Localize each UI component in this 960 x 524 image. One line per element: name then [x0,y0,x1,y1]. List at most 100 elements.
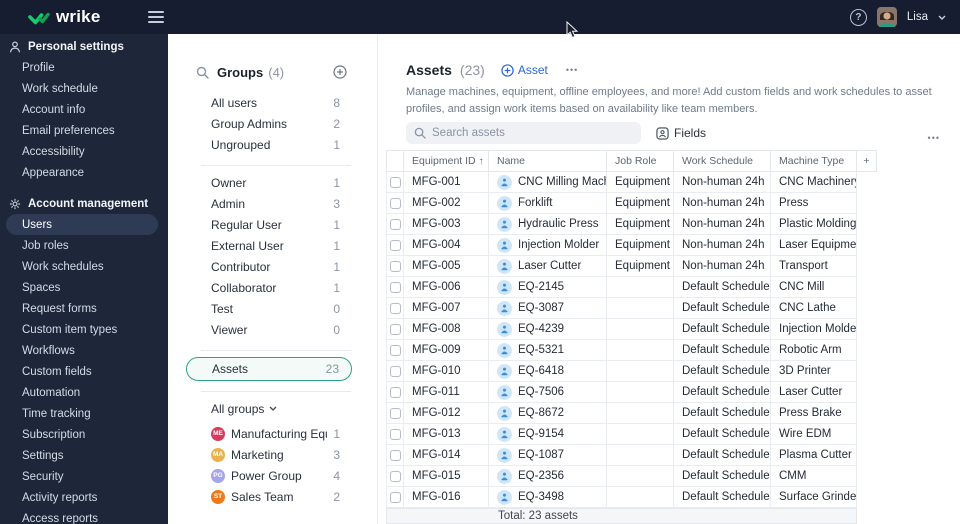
job-role-cell[interactable] [607,487,674,508]
user-name[interactable]: Lisa [907,11,928,23]
team-item-marketing[interactable]: MA Marketing 3 [186,444,352,465]
row-checkbox[interactable] [389,407,401,419]
all-groups-toggle[interactable]: All groups [186,398,377,419]
machine-type-cell[interactable]: Injection Molder [771,319,857,340]
sidebar-item-custom-fields[interactable]: Custom fields [0,361,158,382]
row-checkbox[interactable] [389,197,401,209]
work-schedule-cell[interactable]: Non-human 24h [674,256,771,277]
row-checkbox[interactable] [389,449,401,461]
name-cell[interactable]: EQ-8672 [489,403,607,424]
group-item-viewer[interactable]: Viewer 0 [186,319,352,340]
column-header-name[interactable]: Name [489,150,607,172]
sidebar-item-activity-reports[interactable]: Activity reports [0,487,158,508]
row-checkbox[interactable] [389,176,401,188]
name-cell[interactable]: Laser Cutter [489,256,607,277]
group-item-group-admins[interactable]: Group Admins 2 [186,113,352,134]
work-schedule-cell[interactable]: Default Schedule [674,403,771,424]
group-item-ungrouped[interactable]: Ungrouped 1 [186,134,352,155]
row-checkbox[interactable] [389,302,401,314]
equipment-id-cell[interactable]: MFG-014 [404,445,489,466]
machine-type-cell[interactable]: Plastic Molding [771,214,857,235]
equipment-id-cell[interactable]: MFG-002 [404,193,489,214]
row-checkbox[interactable] [389,491,401,503]
row-checkbox[interactable] [389,218,401,230]
work-schedule-cell[interactable]: Default Schedule [674,298,771,319]
machine-type-cell[interactable]: Plasma Cutter [771,445,857,466]
sidebar-item-email-preferences[interactable]: Email preferences [0,120,158,141]
job-role-cell[interactable] [607,403,674,424]
job-role-cell[interactable] [607,382,674,403]
equipment-id-cell[interactable]: MFG-003 [404,214,489,235]
name-cell[interactable]: EQ-6418 [489,361,607,382]
work-schedule-cell[interactable]: Default Schedule [674,319,771,340]
team-item-manufacturing-equipm[interactable]: ME Manufacturing Equipm... 1 [186,423,352,444]
machine-type-cell[interactable]: Press Brake [771,403,857,424]
wrike-logo[interactable]: wrike [28,7,100,27]
job-role-cell[interactable] [607,319,674,340]
work-schedule-cell[interactable]: Default Schedule [674,487,771,508]
sidebar-item-request-forms[interactable]: Request forms [0,298,158,319]
name-cell[interactable]: EQ-7506 [489,382,607,403]
column-header-job-role[interactable]: Job Role [607,150,674,172]
sidebar-item-account-info[interactable]: Account info [0,99,158,120]
team-item-power-group[interactable]: PG Power Group 4 [186,465,352,486]
job-role-cell[interactable]: Equipment [607,235,674,256]
machine-type-cell[interactable]: CNC Machinery [771,172,857,193]
asset-search-input[interactable] [432,127,633,139]
equipment-id-cell[interactable]: MFG-012 [404,403,489,424]
sidebar-item-access-reports[interactable]: Access reports [0,508,158,524]
job-role-cell[interactable]: Equipment [607,193,674,214]
job-role-cell[interactable] [607,466,674,487]
column-header-equipment-id[interactable]: Equipment ID ↑ [404,150,489,172]
add-asset-button[interactable]: Asset [501,63,548,77]
job-role-cell[interactable] [607,361,674,382]
name-cell[interactable]: EQ-1087 [489,445,607,466]
menu-icon[interactable] [148,11,165,23]
sidebar-item-users[interactable]: Users [6,214,158,235]
name-cell[interactable]: Forklift [489,193,607,214]
sidebar-item-appearance[interactable]: Appearance [0,162,158,183]
group-item-test[interactable]: Test 0 [186,298,352,319]
equipment-id-cell[interactable]: MFG-008 [404,319,489,340]
machine-type-cell[interactable]: Laser Equipment [771,235,857,256]
job-role-cell[interactable]: Equipment [607,214,674,235]
name-cell[interactable]: CNC Milling Machi... [489,172,607,193]
chevron-down-icon[interactable] [938,15,946,20]
row-checkbox[interactable] [389,344,401,356]
machine-type-cell[interactable]: Robotic Arm [771,340,857,361]
user-avatar[interactable] [876,7,897,27]
name-cell[interactable]: Hydraulic Press [489,214,607,235]
sidebar-item-security[interactable]: Security [0,466,158,487]
work-schedule-cell[interactable]: Non-human 24h [674,193,771,214]
equipment-id-cell[interactable]: MFG-013 [404,424,489,445]
sidebar-item-profile[interactable]: Profile [0,57,158,78]
work-schedule-cell[interactable]: Default Schedule [674,424,771,445]
name-cell[interactable]: EQ-3498 [489,487,607,508]
group-item-external-user[interactable]: External User 1 [186,235,352,256]
name-cell[interactable]: EQ-4239 [489,319,607,340]
name-cell[interactable]: EQ-3087 [489,298,607,319]
work-schedule-cell[interactable]: Non-human 24h [674,214,771,235]
equipment-id-cell[interactable]: MFG-005 [404,256,489,277]
equipment-id-cell[interactable]: MFG-015 [404,466,489,487]
fields-button[interactable]: Fields [656,126,706,140]
group-item-admin[interactable]: Admin 3 [186,193,352,214]
add-column-button[interactable]: + [857,150,877,172]
job-role-cell[interactable] [607,277,674,298]
column-header-work-schedule[interactable]: Work Schedule [674,150,771,172]
sidebar-item-work-schedules[interactable]: Work schedules [0,256,158,277]
work-schedule-cell[interactable]: Default Schedule [674,277,771,298]
job-role-cell[interactable] [607,424,674,445]
column-header-machine-type[interactable]: Machine Type [771,150,857,172]
sidebar-item-subscription[interactable]: Subscription [0,424,158,445]
sidebar-item-spaces[interactable]: Spaces [0,277,158,298]
row-checkbox[interactable] [389,239,401,251]
machine-type-cell[interactable]: Wire EDM [771,424,857,445]
row-checkbox[interactable] [389,281,401,293]
sidebar-item-custom-item-types[interactable]: Custom item types [0,319,158,340]
help-icon[interactable]: ? [849,8,867,26]
name-cell[interactable]: EQ-5321 [489,340,607,361]
machine-type-cell[interactable]: Press [771,193,857,214]
name-cell[interactable]: EQ-9154 [489,424,607,445]
job-role-cell[interactable] [607,445,674,466]
